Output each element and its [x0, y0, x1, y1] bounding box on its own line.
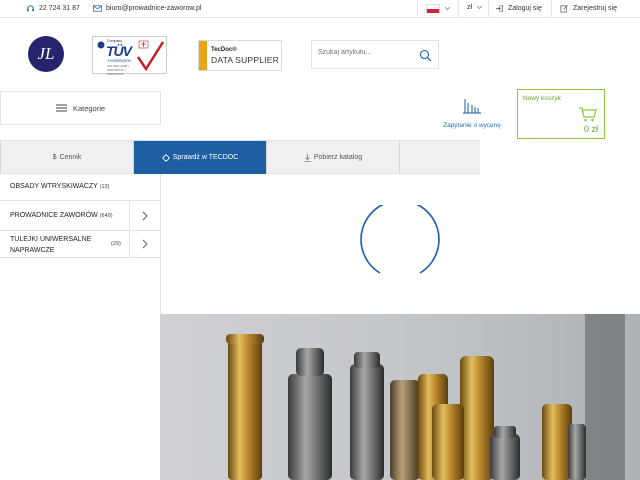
- phone-contact[interactable]: 22 724 31 87: [26, 4, 80, 13]
- sidebar-item-text: TULEJKI UNIWERSALNE NAPRAWCZE: [10, 234, 91, 256]
- email-contact[interactable]: biuro@prowadnice-zaworow.pl: [93, 4, 201, 13]
- download-icon: [304, 153, 311, 162]
- register-link[interactable]: Zarejestruj się: [560, 4, 617, 13]
- phone-number: 22 724 31 87: [39, 5, 80, 12]
- cart-title: Nowy koszyk: [523, 95, 561, 102]
- price-list-icon: [463, 99, 481, 114]
- sidebar-item-label: PROWADNICE ZAWORÓW: [10, 212, 98, 219]
- tab-katalog[interactable]: Pobierz katalog: [267, 141, 400, 174]
- sidebar-item-text: OBSADY WTRYSKIWACZY (13): [10, 183, 109, 190]
- logo-text: JL: [37, 44, 55, 63]
- chevron-right-icon: [142, 239, 148, 249]
- envelope-icon: [93, 5, 102, 12]
- tecdoc-accent-bar: [199, 41, 207, 70]
- cart-total: 0 zł: [583, 124, 598, 134]
- checkmark-icon: [136, 40, 165, 72]
- sidebar-item-count: (29): [111, 241, 121, 247]
- sidebar-item-prowadnice[interactable]: PROWADNICE ZAWORÓW (649): [0, 201, 160, 231]
- sidebar-item-obsady[interactable]: OBSADY WTRYSKIWACZY (13): [0, 174, 160, 201]
- categories-button[interactable]: Kategorie: [0, 91, 161, 125]
- login-icon: [495, 5, 504, 12]
- currency-label: zł: [467, 4, 473, 11]
- tecdoc-label: DATA SUPPLIER: [211, 55, 279, 65]
- tab-label: Sprawdź w TECDOC: [172, 154, 239, 161]
- language-selector[interactable]: [426, 4, 451, 13]
- hamburger-icon: [55, 104, 67, 112]
- dollar-icon: $: [52, 154, 57, 161]
- tecdoc-badge: TecDoc® DATA SUPPLIER: [198, 40, 282, 71]
- tuv-brand: TÜV: [106, 43, 132, 59]
- chevron-down-icon: [476, 5, 483, 10]
- chevron-right-icon: [142, 211, 148, 220]
- edit-icon: [560, 5, 568, 13]
- sidebar-item-label-line2: NAPRAWCZE: [10, 247, 55, 254]
- tuv-certificate-badge: Company TÜV THÜRINGEN ISO 9001:2008 | ZE…: [92, 36, 167, 76]
- poland-flag-icon: [426, 4, 440, 13]
- category-sidebar: OBSADY WTRYSKIWACZY (13) PROWADNICE ZAWO…: [0, 174, 161, 314]
- search-icon[interactable]: [419, 49, 432, 62]
- sidebar-item-text: PROWADNICE ZAWORÓW (649): [10, 212, 113, 219]
- top-bar: 22 724 31 87 biuro@prowadnice-zaworow.pl…: [0, 0, 640, 18]
- tab-label: Cennik: [59, 154, 82, 161]
- tuv-seal-icon: [97, 41, 105, 49]
- quote-label: Zapytanie o wycenę: [443, 122, 501, 129]
- tab-tecdoc[interactable]: Sprawdź w TECDOC: [134, 141, 267, 174]
- chevron-down-icon: [444, 6, 451, 11]
- sidebar-item-count: (13): [99, 184, 110, 190]
- loading-spinner: [360, 205, 440, 274]
- valve-guides-image: [160, 314, 640, 480]
- currency-selector[interactable]: zł: [467, 4, 483, 11]
- cart-icon: [579, 107, 597, 122]
- search-box: [311, 40, 439, 69]
- tab-bar: $ Cennik Sprawdź w TECDOC Pobierz katalo…: [0, 140, 480, 174]
- login-link[interactable]: Zaloguj się: [495, 4, 542, 13]
- quote-request-link[interactable]: Zapytanie o wycenę: [440, 94, 504, 134]
- site-logo[interactable]: JL: [28, 36, 64, 72]
- expand-button[interactable]: [129, 231, 160, 257]
- crosshair-icon: [161, 153, 170, 162]
- sidebar-item-label-line1: TULEJKI UNIWERSALNE: [10, 236, 92, 243]
- headset-icon: [27, 5, 34, 12]
- sidebar-item-label: OBSADY WTRYSKIWACZY: [10, 183, 98, 190]
- search-input[interactable]: [318, 49, 418, 56]
- sidebar-item-count: (649): [99, 213, 113, 219]
- categories-label: Kategorie: [72, 103, 106, 113]
- expand-button[interactable]: [129, 201, 160, 230]
- tuv-sub: THÜRINGEN: [107, 58, 131, 63]
- tecdoc-brand: TecDoc®: [211, 47, 237, 53]
- register-label: Zarejestruj się: [573, 5, 617, 12]
- cart-widget[interactable]: Nowy koszyk 0 zł: [517, 89, 605, 139]
- hero-product-photo: [160, 314, 640, 480]
- login-label: Zaloguj się: [508, 5, 542, 12]
- tab-cennik[interactable]: $ Cennik: [0, 141, 134, 174]
- sidebar-item-tulejki[interactable]: TULEJKI UNIWERSALNE NAPRAWCZE (29): [0, 231, 160, 258]
- tab-label: Pobierz katalog: [313, 154, 363, 161]
- email-address: biuro@prowadnice-zaworow.pl: [106, 5, 202, 12]
